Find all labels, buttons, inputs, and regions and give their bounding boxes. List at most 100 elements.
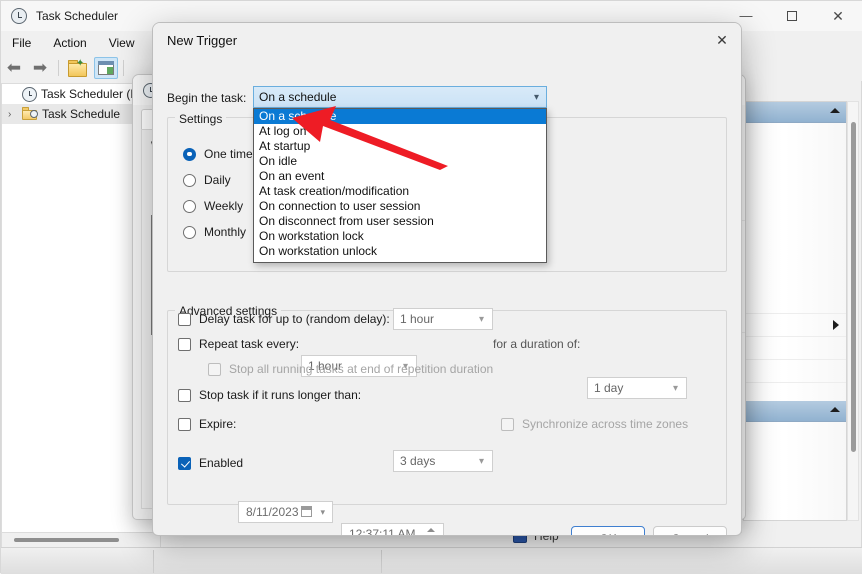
begin-task-combobox[interactable]: On a schedule ▾: [253, 86, 547, 108]
radio-weekly[interactable]: Weekly: [183, 193, 253, 219]
ok-button[interactable]: OK: [571, 526, 645, 535]
close-button[interactable]: ✕: [815, 1, 861, 31]
toolbar-divider: [58, 60, 59, 76]
new-folder-icon[interactable]: ✦: [66, 58, 88, 78]
dropdown-option-on-workstation-unlock[interactable]: On workstation unlock: [254, 244, 546, 259]
spinner-up-icon[interactable]: [427, 528, 435, 532]
radio-label: Monthly: [204, 225, 247, 239]
dropdown-option-on-disconnect-from-user-session[interactable]: On disconnect from user session: [254, 214, 546, 229]
dropdown-option-at-startup[interactable]: At startup: [254, 139, 546, 154]
chevron-down-icon[interactable]: ▾: [320, 507, 325, 518]
dropdown-option-at-log-on[interactable]: At log on: [254, 124, 546, 139]
settings-legend: Settings: [175, 112, 227, 126]
expire-checkbox[interactable]: [178, 417, 191, 431]
time-spinner[interactable]: [425, 526, 438, 535]
dialog-title: New Trigger: [167, 32, 238, 48]
repeat-task-row: Repeat task every:: [178, 337, 299, 351]
radio-indicator[interactable]: [183, 147, 196, 161]
expire-time-value: 12:37:11 AM: [349, 527, 416, 536]
repeat-task-checkbox[interactable]: [178, 337, 191, 351]
toolbar-divider-2: [123, 60, 124, 76]
stop-all-running-tasks-checkbox[interactable]: [208, 362, 221, 376]
radio-one-time[interactable]: One time: [183, 141, 253, 167]
dropdown-option-on-idle[interactable]: On idle: [254, 154, 546, 169]
scrollbar-thumb[interactable]: [14, 538, 119, 542]
menu-item-action[interactable]: Action: [42, 33, 97, 53]
tree-item-label: Task Schedule: [42, 107, 121, 121]
tree-horizontal-scrollbar[interactable]: [1, 533, 161, 547]
chevron-down-icon[interactable]: ▾: [673, 383, 678, 394]
expire-row: Expire:: [178, 417, 236, 431]
tree-item-label: Task Scheduler (L: [41, 87, 138, 101]
repeat-duration-value: 1 day: [594, 381, 624, 395]
enabled-row: Enabled: [178, 456, 243, 470]
forward-arrow-icon[interactable]: ➡: [27, 57, 53, 79]
enabled-label: Enabled: [199, 456, 244, 470]
actions-pane-header-1[interactable]: [744, 102, 846, 123]
cancel-button[interactable]: Cancel: [653, 526, 727, 535]
settings-radio-group: One time Daily Weekly Monthly: [183, 141, 253, 245]
actions-pane-row-1[interactable]: [744, 291, 846, 314]
radio-label: Daily: [204, 173, 231, 187]
dropdown-option-on-connection-to-user-session[interactable]: On connection to user session: [254, 199, 546, 214]
chevron-up-icon[interactable]: [830, 407, 840, 412]
dropdown-option-at-task-creation-modification[interactable]: At task creation/modification: [254, 184, 546, 199]
actions-pane-row-2[interactable]: [744, 314, 846, 337]
radio-indicator[interactable]: [183, 173, 196, 187]
delay-task-label: Delay task for up to (random delay):: [199, 312, 390, 326]
maximize-button[interactable]: [769, 1, 815, 31]
stop-all-running-tasks-label: Stop all running tasks at end of repetit…: [229, 362, 494, 376]
dropdown-option-on-an-event[interactable]: On an event: [254, 169, 546, 184]
menu-item-file[interactable]: File: [1, 33, 42, 53]
tree-chevron[interactable]: ›: [8, 109, 22, 120]
stop-task-row: Stop task if it runs longer than:: [178, 388, 361, 402]
combobox-value: On a schedule: [259, 90, 337, 104]
begin-task-dropdown-list[interactable]: On a schedule At log on At startup On id…: [253, 108, 547, 263]
delay-task-value: 1 hour: [400, 312, 435, 326]
radio-indicator[interactable]: [183, 225, 196, 239]
actions-pane-scrollbar[interactable]: [847, 101, 859, 521]
radio-daily[interactable]: Daily: [183, 167, 253, 193]
window-title: Task Scheduler: [36, 9, 119, 23]
stop-task-dropdown[interactable]: 3 days ▾: [393, 450, 493, 472]
sync-time-zones-label: Synchronize across time zones: [522, 417, 689, 431]
actions-pane-row-4[interactable]: [744, 360, 846, 383]
enabled-checkbox[interactable]: [178, 456, 191, 470]
actions-pane: [743, 101, 847, 521]
stop-task-checkbox[interactable]: [178, 388, 191, 402]
chevron-down-icon[interactable]: ▾: [479, 456, 484, 467]
stop-task-value: 3 days: [400, 454, 436, 468]
radio-monthly[interactable]: Monthly: [183, 219, 253, 245]
delay-task-dropdown[interactable]: 1 hour ▾: [393, 308, 493, 330]
calendar-icon[interactable]: [301, 506, 312, 517]
back-arrow-icon[interactable]: ⬅: [1, 57, 27, 79]
begin-task-label: Begin the task:: [167, 91, 247, 105]
close-icon[interactable]: ✕: [711, 30, 733, 50]
actions-pane-row-3[interactable]: [744, 337, 846, 360]
radio-label: Weekly: [204, 199, 244, 213]
actions-pane-header-2[interactable]: [744, 401, 846, 422]
dropdown-option-on-workstation-lock[interactable]: On workstation lock: [254, 229, 546, 244]
window-controls: — ✕: [723, 1, 861, 31]
stop-all-running-tasks-row: Stop all running tasks at end of repetit…: [208, 362, 493, 376]
status-bar: [1, 547, 862, 574]
expire-sync-row: Synchronize across time zones: [501, 417, 688, 431]
folder-clock-icon: [22, 107, 38, 121]
chevron-down-icon[interactable]: ▾: [479, 314, 484, 325]
radio-label: One time: [204, 147, 253, 161]
chevron-right-icon[interactable]: [833, 320, 839, 330]
repeat-duration-label: for a duration of:: [493, 337, 581, 351]
actions-pane-body-1: [744, 123, 846, 291]
radio-indicator[interactable]: [183, 199, 196, 213]
expire-time-input[interactable]: 12:37:11 AM: [341, 523, 444, 536]
chevron-up-icon[interactable]: [830, 108, 840, 113]
menu-item-view[interactable]: View: [98, 33, 146, 53]
scrollbar-thumb[interactable]: [851, 122, 856, 452]
repeat-duration-dropdown[interactable]: 1 day ▾: [587, 377, 687, 399]
sync-time-zones-checkbox[interactable]: [501, 417, 514, 431]
delay-task-checkbox[interactable]: [178, 312, 191, 326]
expire-date-input[interactable]: 8/11/2023 ▾: [238, 501, 333, 523]
show-hide-pane-icon[interactable]: [94, 57, 118, 79]
chevron-down-icon[interactable]: ▾: [534, 92, 539, 103]
dropdown-option-on-a-schedule[interactable]: On a schedule: [254, 109, 546, 124]
